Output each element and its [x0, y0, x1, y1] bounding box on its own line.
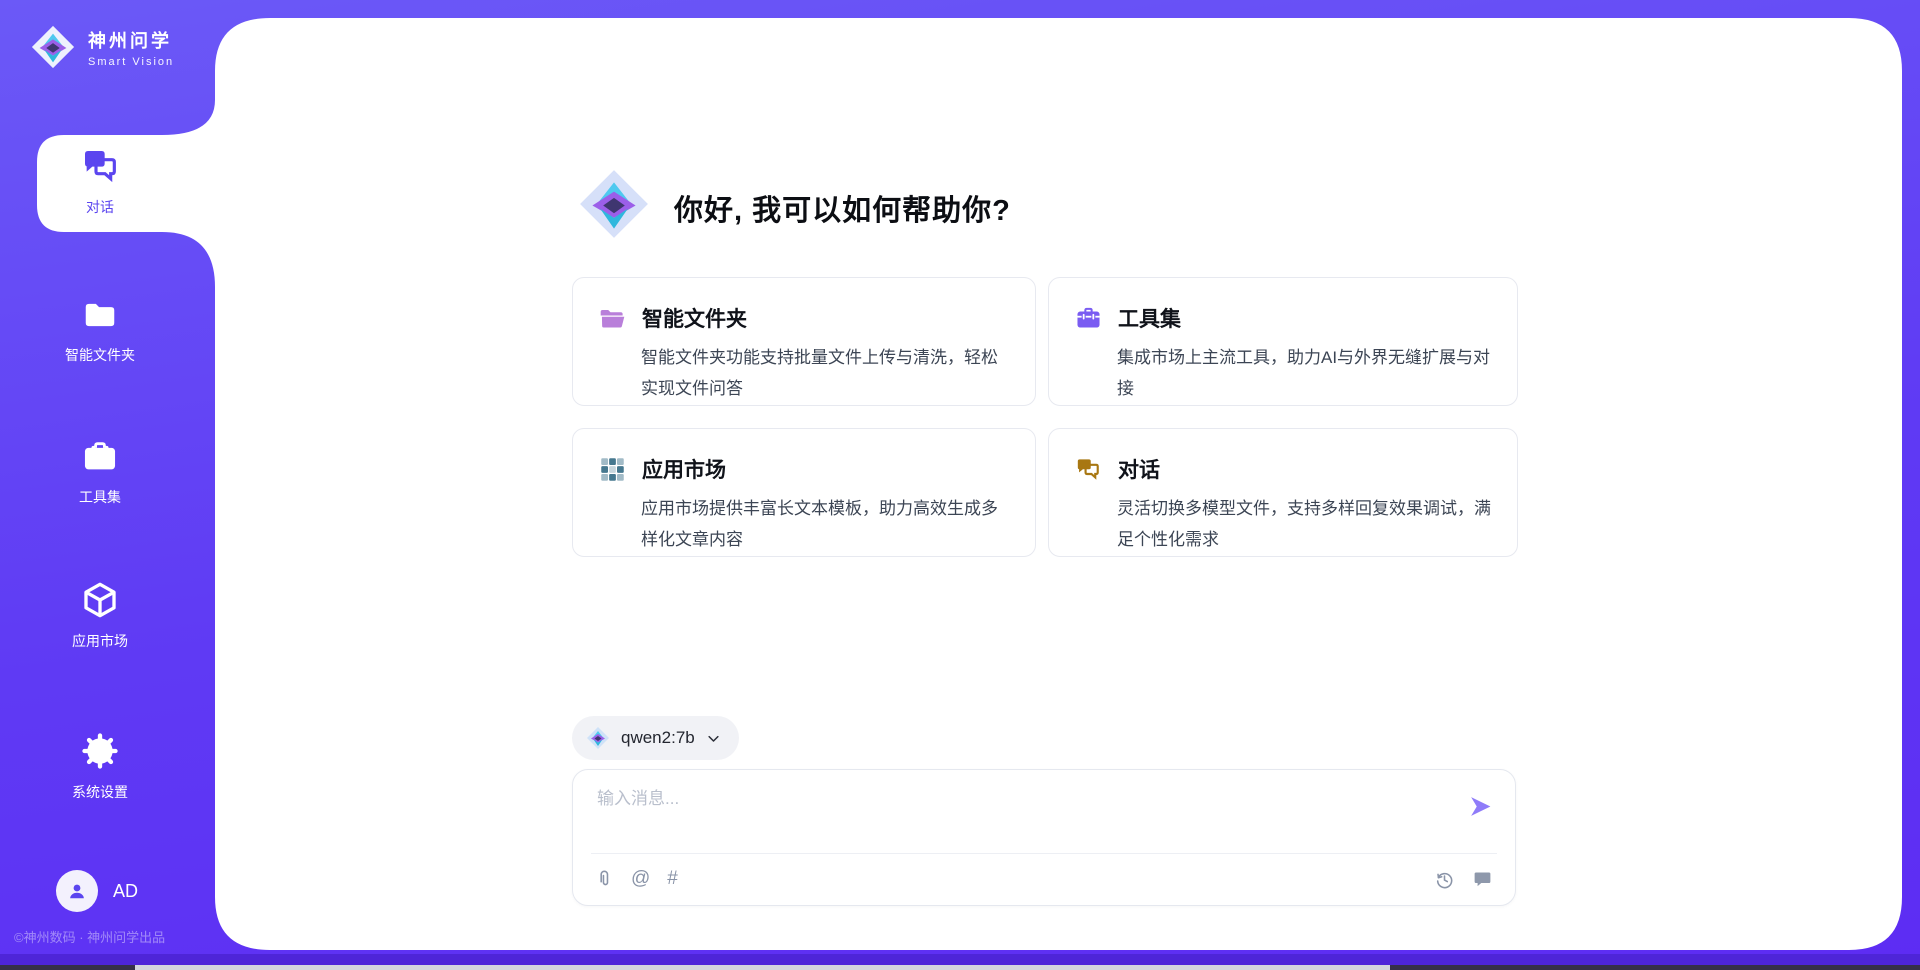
- card-chat[interactable]: 对话 灵活切换多模型文件，支持多样回复效果调试，满足个性化需求: [1048, 428, 1518, 557]
- sidebar-item-chat[interactable]: 对话: [37, 146, 163, 217]
- chat-bubbles-icon: [80, 146, 120, 186]
- history-icon[interactable]: [1434, 869, 1455, 890]
- sidebar-item-label: 智能文件夹: [65, 345, 135, 365]
- composer-attach-tools: @ #: [595, 868, 678, 890]
- card-description: 应用市场提供丰富长文本模板，助力高效生成多样化文章内容: [641, 493, 1011, 555]
- sidebar-item-label: 工具集: [79, 487, 121, 507]
- copyright-text: ©神州数码 · 神州问学出品: [14, 927, 214, 946]
- card-title: 应用市场: [642, 454, 726, 484]
- message-composer: @ #: [572, 769, 1516, 906]
- person-icon: [65, 879, 89, 903]
- send-button[interactable]: [1468, 794, 1493, 822]
- window-edge-gray: [135, 965, 1390, 970]
- card-title: 对话: [1118, 454, 1160, 484]
- greeting-title: 你好, 我可以如何帮助你?: [674, 187, 1011, 229]
- sidebar-item-market[interactable]: 应用市场: [37, 580, 163, 651]
- window-edge-band: [0, 954, 1920, 965]
- chat-bubbles-icon: [1075, 456, 1102, 483]
- model-name: qwen2:7b: [621, 728, 695, 748]
- card-description: 集成市场上主流工具，助力AI与外界无缝扩展与对接: [1117, 342, 1493, 404]
- gear-icon: [80, 731, 120, 771]
- app-subtitle: Smart Vision: [88, 56, 174, 68]
- sidebar-item-label: 应用市场: [72, 631, 128, 651]
- hash-icon[interactable]: #: [667, 868, 678, 890]
- message-input[interactable]: [597, 784, 1447, 842]
- paperclip-icon[interactable]: [595, 869, 614, 890]
- grid-icon: [599, 456, 626, 483]
- sidebar-item-folders[interactable]: 智能文件夹: [37, 296, 163, 365]
- cube-icon: [80, 580, 120, 620]
- card-description: 灵活切换多模型文件，支持多样回复效果调试，满足个性化需求: [1117, 493, 1493, 555]
- at-icon[interactable]: @: [631, 868, 650, 890]
- briefcase-icon: [1075, 305, 1102, 332]
- model-selector[interactable]: qwen2:7b: [572, 716, 739, 760]
- app-logo: 神州问学 Smart Vision: [30, 24, 174, 70]
- chevron-down-icon: [706, 731, 721, 746]
- card-description: 智能文件夹功能支持批量文件上传与清洗，轻松实现文件问答: [641, 342, 1011, 404]
- sidebar-item-settings[interactable]: 系统设置: [37, 731, 163, 802]
- diamond-logo-icon: [586, 726, 610, 750]
- greeting-logo-icon: [577, 167, 651, 241]
- user-account[interactable]: AD: [56, 870, 138, 912]
- feature-cards: 智能文件夹 智能文件夹功能支持批量文件上传与清洗，轻松实现文件问答 工具集 集成…: [572, 277, 1518, 557]
- composer-right-tools: [1434, 869, 1493, 890]
- card-app-market[interactable]: 应用市场 应用市场提供丰富长文本模板，助力高效生成多样化文章内容: [572, 428, 1036, 557]
- comment-icon[interactable]: [1472, 869, 1493, 890]
- sidebar-item-tools[interactable]: 工具集: [37, 438, 163, 507]
- card-toolset[interactable]: 工具集 集成市场上主流工具，助力AI与外界无缝扩展与对接: [1048, 277, 1518, 406]
- sidebar-item-label: 对话: [86, 197, 114, 217]
- folder-open-icon: [599, 305, 626, 332]
- diamond-logo-icon: [30, 24, 76, 70]
- user-initials: AD: [113, 881, 138, 902]
- composer-divider: [591, 853, 1497, 854]
- briefcase-icon: [81, 438, 119, 476]
- app-name: 神州问学: [88, 27, 174, 53]
- folder-icon: [81, 296, 119, 334]
- sidebar-item-label: 系统设置: [72, 782, 128, 802]
- card-title: 智能文件夹: [642, 303, 747, 333]
- card-title: 工具集: [1118, 303, 1181, 333]
- card-smart-folders[interactable]: 智能文件夹 智能文件夹功能支持批量文件上传与清洗，轻松实现文件问答: [572, 277, 1036, 406]
- send-icon: [1468, 794, 1493, 819]
- avatar: [56, 870, 98, 912]
- app-window: 神州问学 Smart Vision 对话 智能文件夹 工具集: [0, 0, 1920, 970]
